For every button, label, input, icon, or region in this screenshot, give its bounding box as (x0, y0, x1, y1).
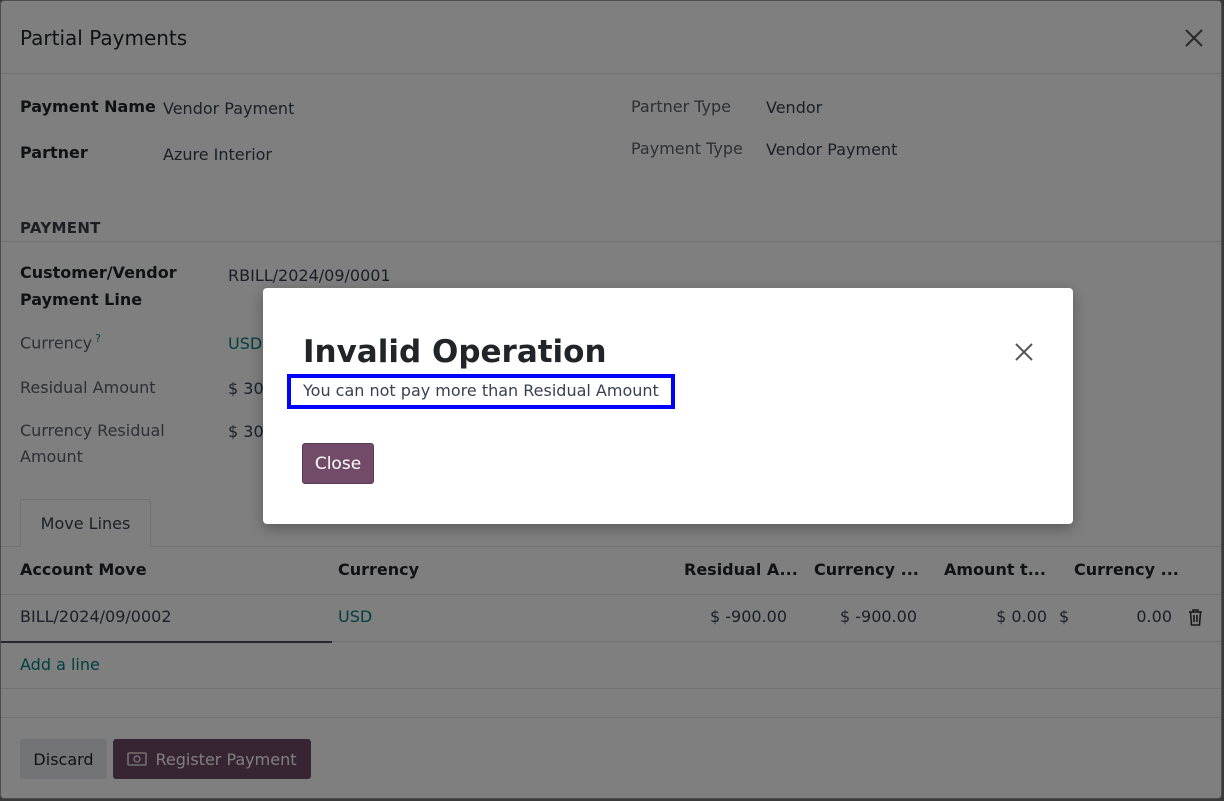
error-message: You can not pay more than Residual Amoun… (303, 381, 659, 400)
error-modal: Invalid Operation You can not pay more t… (263, 288, 1073, 524)
error-title: Invalid Operation (303, 334, 607, 370)
close-icon[interactable] (1013, 341, 1035, 363)
close-button[interactable]: Close (302, 443, 374, 484)
